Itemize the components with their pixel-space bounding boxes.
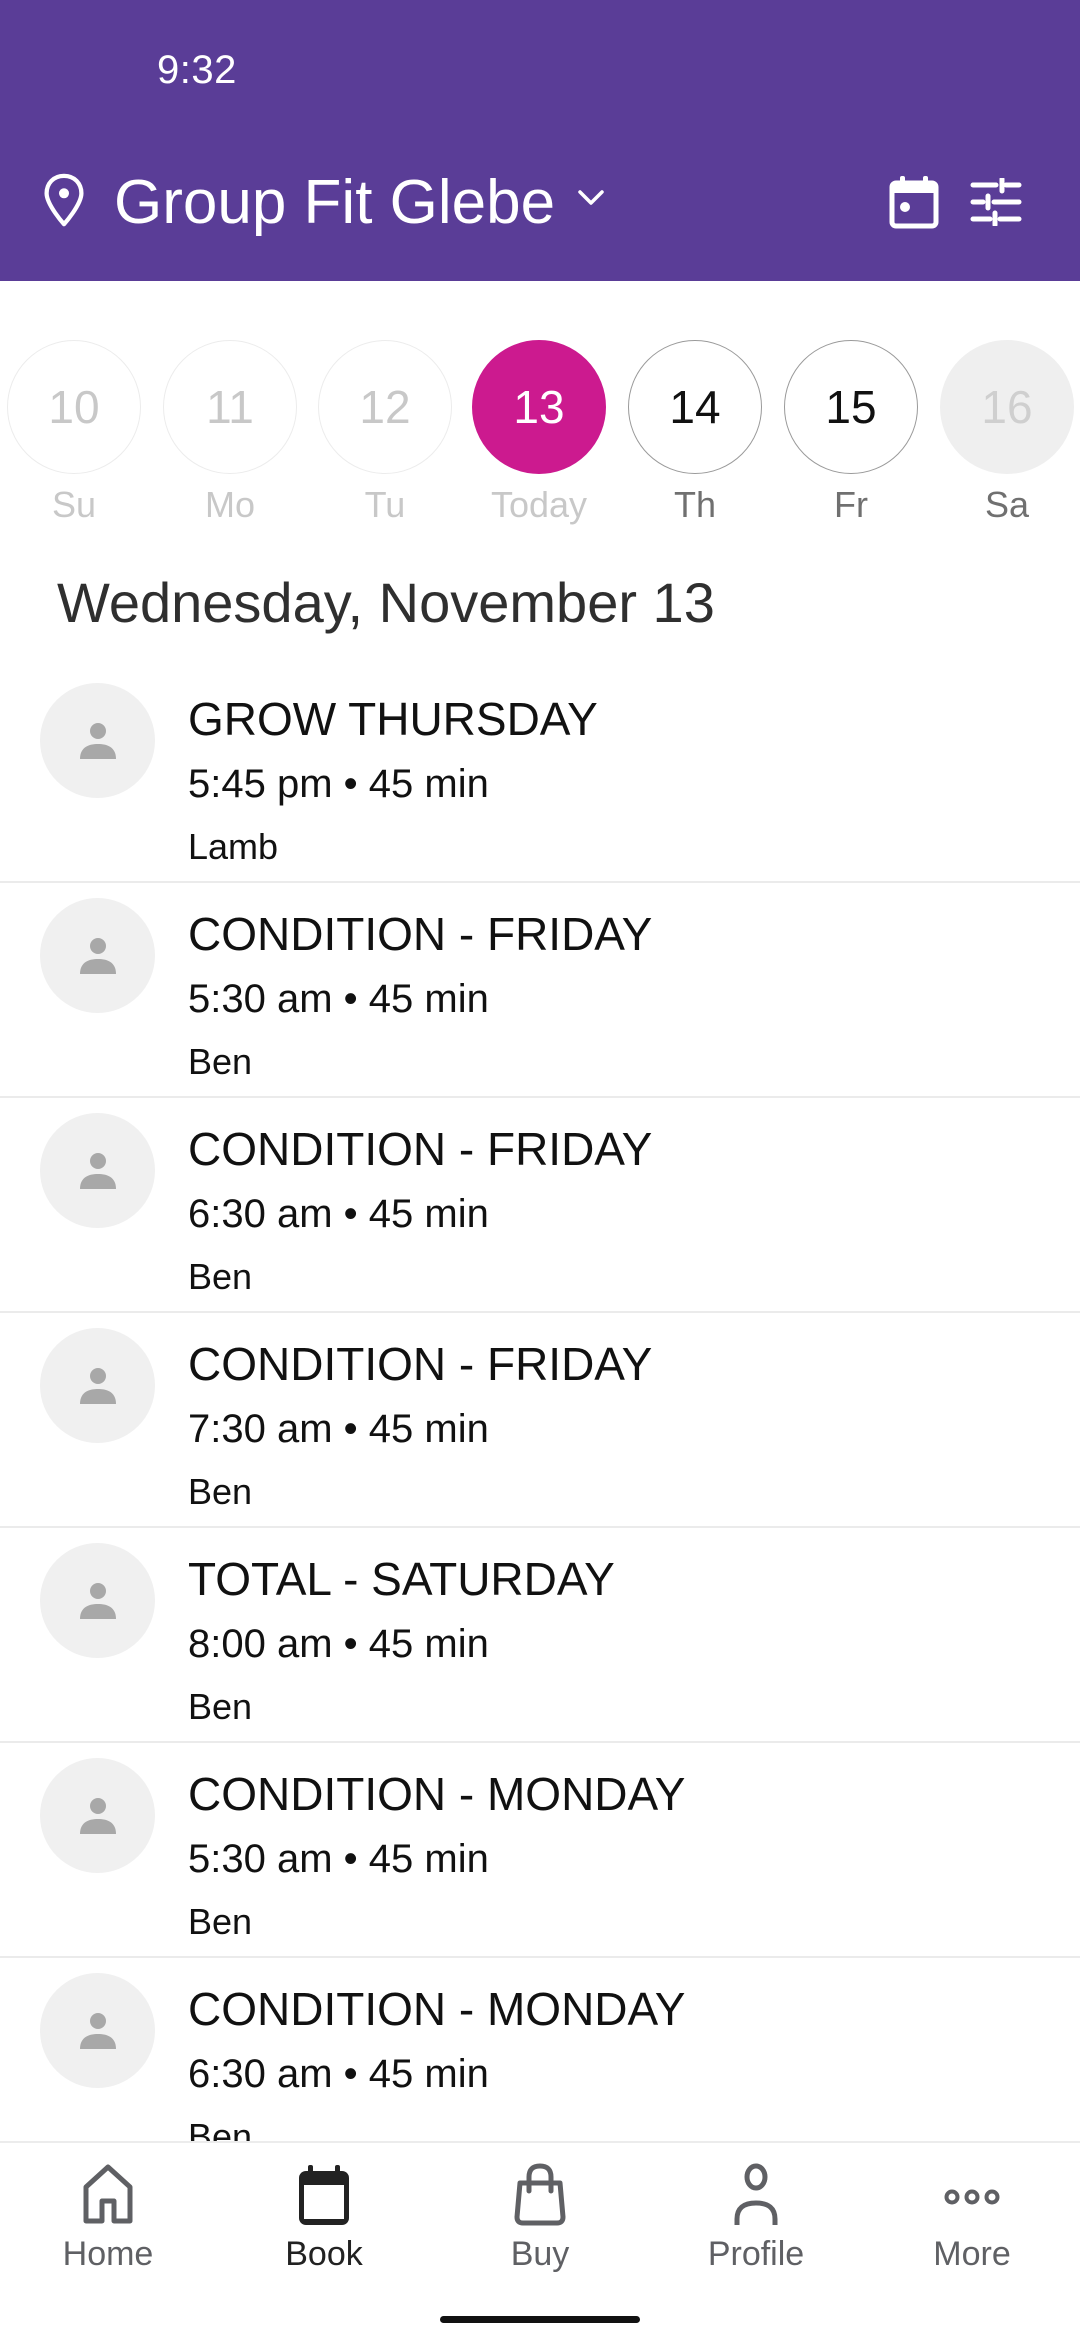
day-14[interactable]: 14 Th bbox=[628, 340, 762, 526]
class-title: CONDITION - MONDAY bbox=[188, 1983, 686, 2035]
instructor-avatar bbox=[40, 683, 155, 798]
home-icon bbox=[83, 2164, 133, 2224]
class-time: 6:30 am • 45 min bbox=[188, 1192, 489, 1236]
class-title: GROW THURSDAY bbox=[188, 693, 598, 745]
class-time: 5:30 am • 45 min bbox=[188, 977, 489, 1021]
calendar-icon bbox=[299, 2165, 349, 2225]
day-label: Su bbox=[51, 484, 97, 525]
class-instructor: Ben bbox=[188, 2116, 253, 2142]
nav-label: Buy bbox=[510, 2235, 570, 2273]
nav-more[interactable]: More bbox=[864, 2143, 1080, 2293]
class-time: 7:30 am • 45 min bbox=[188, 1407, 489, 1451]
instructor-avatar bbox=[40, 1973, 155, 2088]
class-title: CONDITION - FRIDAY bbox=[188, 908, 653, 960]
shopping-bag-icon bbox=[514, 2163, 566, 2226]
class-time: 6:30 am • 45 min bbox=[188, 2052, 489, 2096]
person-icon bbox=[734, 2163, 778, 2225]
class-title: CONDITION - FRIDAY bbox=[188, 1123, 653, 1175]
instructor-avatar bbox=[40, 898, 155, 1013]
class-time: 5:45 pm • 45 min bbox=[188, 762, 489, 806]
nav-profile[interactable]: Profile bbox=[648, 2143, 864, 2293]
filter-sliders-icon[interactable] bbox=[970, 178, 1022, 226]
person-placeholder-icon bbox=[79, 937, 116, 974]
day-label: Today bbox=[490, 484, 588, 525]
day-number[interactable]: 12 bbox=[318, 340, 452, 474]
class-instructor: Ben bbox=[188, 1686, 253, 1727]
day-number[interactable]: 11 bbox=[163, 340, 297, 474]
status-bar-time: 9:32 bbox=[157, 48, 237, 92]
day-label: Mo bbox=[204, 484, 255, 525]
day-11[interactable]: 11 Mo bbox=[163, 340, 297, 526]
day-number-selected[interactable]: 13 bbox=[472, 340, 606, 474]
class-list[interactable]: GROW THURSDAY 5:45 pm • 45 min Lamb COND… bbox=[0, 668, 1080, 2142]
day-label: Fr bbox=[834, 484, 868, 525]
class-instructor: Ben bbox=[188, 1471, 253, 1512]
class-instructor: Ben bbox=[188, 1256, 253, 1297]
day-10[interactable]: 10 Su bbox=[7, 340, 141, 526]
day-label: Tu bbox=[364, 484, 406, 525]
home-indicator[interactable] bbox=[440, 2316, 640, 2323]
day-number[interactable]: 10 bbox=[7, 340, 141, 474]
date-heading: Wednesday, November 13 bbox=[57, 571, 715, 634]
day-12[interactable]: 12 Tu bbox=[318, 340, 452, 526]
day-number[interactable]: 14 bbox=[628, 340, 762, 474]
location-selector[interactable]: Group Fit Glebe bbox=[114, 168, 555, 238]
chevron-down-icon[interactable] bbox=[575, 186, 607, 210]
day-number[interactable]: 16 bbox=[940, 340, 1074, 474]
bottom-nav: Home Book Buy Profile More bbox=[0, 2141, 1080, 2340]
class-row[interactable]: GROW THURSDAY 5:45 pm • 45 min Lamb bbox=[0, 668, 1080, 883]
person-placeholder-icon bbox=[79, 2012, 116, 2049]
person-placeholder-icon bbox=[79, 1152, 116, 1189]
class-time: 5:30 am • 45 min bbox=[188, 1837, 489, 1881]
class-row[interactable]: CONDITION - FRIDAY 7:30 am • 45 min Ben bbox=[0, 1313, 1080, 1528]
nav-book[interactable]: Book bbox=[216, 2143, 432, 2293]
calendar-icon[interactable] bbox=[888, 174, 940, 230]
day-13-today[interactable]: 13 Today bbox=[472, 340, 606, 526]
nav-label: Book bbox=[285, 2235, 363, 2273]
nav-label: More bbox=[933, 2235, 1011, 2273]
nav-home[interactable]: Home bbox=[0, 2143, 216, 2293]
more-dots-icon bbox=[944, 2189, 1000, 2205]
nav-label: Profile bbox=[707, 2235, 805, 2273]
instructor-avatar bbox=[40, 1328, 155, 1443]
nav-buy[interactable]: Buy bbox=[432, 2143, 648, 2293]
class-row[interactable]: CONDITION - FRIDAY 6:30 am • 45 min Ben bbox=[0, 1098, 1080, 1313]
nav-label: Home bbox=[62, 2235, 154, 2273]
class-instructor: Ben bbox=[188, 1041, 253, 1082]
app-header: 9:32 Group Fit Glebe bbox=[0, 0, 1080, 281]
instructor-avatar bbox=[40, 1758, 155, 1873]
instructor-avatar bbox=[40, 1113, 155, 1228]
person-placeholder-icon bbox=[79, 1367, 116, 1404]
class-instructor: Lamb bbox=[188, 826, 279, 867]
person-placeholder-icon bbox=[79, 1797, 116, 1834]
person-placeholder-icon bbox=[79, 722, 116, 759]
instructor-avatar bbox=[40, 1543, 155, 1658]
day-label: Sa bbox=[984, 484, 1030, 525]
day-15[interactable]: 15 Fr bbox=[784, 340, 918, 526]
class-title: CONDITION - FRIDAY bbox=[188, 1338, 653, 1390]
person-placeholder-icon bbox=[79, 1582, 116, 1619]
map-pin-icon[interactable] bbox=[40, 172, 88, 230]
day-label: Th bbox=[673, 484, 716, 525]
class-row[interactable]: CONDITION - MONDAY 6:30 am • 45 min Ben bbox=[0, 1958, 1080, 2142]
class-row[interactable]: CONDITION - MONDAY 5:30 am • 45 min Ben bbox=[0, 1743, 1080, 1958]
day-number[interactable]: 15 bbox=[784, 340, 918, 474]
class-instructor: Ben bbox=[188, 1901, 253, 1942]
class-time: 8:00 am • 45 min bbox=[188, 1622, 489, 1666]
class-title: TOTAL - SATURDAY bbox=[188, 1553, 615, 1605]
class-row[interactable]: CONDITION - FRIDAY 5:30 am • 45 min Ben bbox=[0, 883, 1080, 1098]
class-row[interactable]: TOTAL - SATURDAY 8:00 am • 45 min Ben bbox=[0, 1528, 1080, 1743]
day-16[interactable]: 16 Sa bbox=[940, 340, 1074, 526]
class-title: CONDITION - MONDAY bbox=[188, 1768, 686, 1820]
